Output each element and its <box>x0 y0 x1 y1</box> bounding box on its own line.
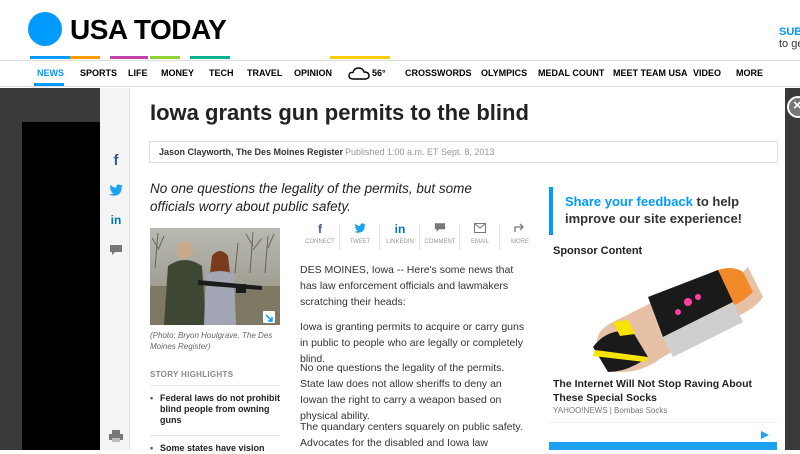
nav-tech[interactable]: TECH <box>209 68 234 78</box>
divider <box>150 385 280 386</box>
nav-travel[interactable]: TRAVEL <box>247 68 282 78</box>
nav-opinion[interactable]: OPINION <box>294 68 332 78</box>
expand-photo-icon[interactable] <box>263 311 275 323</box>
sponsor-image[interactable] <box>553 262 773 372</box>
linkedin-icon[interactable]: in <box>108 212 124 228</box>
nav-olympics[interactable]: OLYMPICS <box>481 68 527 78</box>
ad-banner[interactable] <box>549 442 777 450</box>
background-video-panel <box>22 122 102 450</box>
bullet-icon: • <box>150 393 154 403</box>
facebook-icon[interactable]: f <box>108 152 124 169</box>
nav-more[interactable]: MORE <box>736 68 763 78</box>
feedback-link[interactable]: Share your feedback <box>565 194 693 209</box>
sponsor-source: YAHOO!NEWS | Bombas Socks <box>553 406 668 415</box>
social-share-rail: f in <box>100 88 130 450</box>
adchoices-icon[interactable] <box>760 427 770 439</box>
feedback-prompt[interactable]: Share your feedback to help improve our … <box>549 187 777 235</box>
sponsor-content-heading: Sponsor Content <box>553 245 643 257</box>
photo-credit: (Photo: Bryon Houlgrave, The Des Moines … <box>150 331 273 351</box>
linkedin-icon: in <box>394 222 406 236</box>
share-linkedin-button[interactable]: in LINKEDIN <box>380 222 420 252</box>
share-more-button[interactable]: MORE <box>500 222 540 252</box>
divider <box>150 435 280 436</box>
highlight-item: • Some states have vision <box>150 443 265 453</box>
color-strip <box>70 56 100 59</box>
print-icon[interactable] <box>108 428 124 444</box>
nav-active-indicator <box>34 83 64 86</box>
weather-widget[interactable]: 56° <box>348 65 386 83</box>
color-strip <box>330 56 390 59</box>
site-header: USA TODAY SUB to get <box>0 0 800 60</box>
color-strip <box>150 56 180 59</box>
photo-illustration <box>150 231 280 325</box>
share-label: LINKEDIN <box>386 239 414 245</box>
nav-money[interactable]: MONEY <box>161 68 194 78</box>
share-toolbar: f CONNECT TWEET in LINKEDIN COMMENT EMAI… <box>300 222 530 252</box>
nav-meet-team-usa[interactable]: MEET TEAM USA <box>613 68 688 78</box>
share-facebook-button[interactable]: f CONNECT <box>300 222 340 252</box>
article-dek: No one questions the legality of the per… <box>150 181 472 214</box>
nav-sports[interactable]: SPORTS <box>80 68 117 78</box>
share-label: EMAIL <box>470 239 489 245</box>
subscribe-link[interactable]: SUB to get <box>779 26 800 50</box>
email-icon <box>460 222 500 237</box>
nav-life[interactable]: LIFE <box>128 68 148 78</box>
nav-news[interactable]: NEWS <box>37 68 64 78</box>
nav-video[interactable]: VIDEO <box>693 68 721 78</box>
share-email-button[interactable]: EMAIL <box>460 222 500 252</box>
article-photo[interactable] <box>150 228 280 325</box>
more-icon <box>500 222 540 237</box>
article-headline: Iowa grants gun permits to the blind <box>150 100 529 125</box>
share-label: CONNECT <box>305 239 335 245</box>
article-paragraph: No one questions the legality of the per… <box>300 362 505 422</box>
article-paragraph: DES MOINES, Iowa -- Here's some news tha… <box>300 264 514 308</box>
byline: Jason Clayworth, The Des Moines Register… <box>149 141 778 163</box>
color-strip <box>190 56 230 59</box>
share-label: MORE <box>511 239 529 245</box>
subscribe-sub-label: to get <box>779 38 800 50</box>
bullet-icon: • <box>150 443 154 453</box>
byline-published-date: Published 1:00 a.m. ET Sept. 8, 2013 <box>345 147 495 157</box>
twitter-icon <box>340 222 380 237</box>
share-label: TWEET <box>349 239 371 245</box>
nav-crosswords[interactable]: CROSSWORDS <box>405 68 472 78</box>
main-nav: NEWS SPORTS LIFE MONEY TECH TRAVEL OPINI… <box>0 60 800 87</box>
facebook-icon: f <box>318 222 322 236</box>
share-twitter-button[interactable]: TWEET <box>340 222 380 252</box>
close-icon: × <box>793 97 800 114</box>
nav-medal-count[interactable]: MEDAL COUNT <box>538 68 604 78</box>
color-strip <box>30 56 70 59</box>
share-label: COMMENT <box>424 239 456 245</box>
sock-illustration <box>593 267 763 372</box>
twitter-icon[interactable] <box>108 182 124 198</box>
weather-temperature: 56° <box>372 68 386 78</box>
subscribe-label: SUB <box>779 26 800 38</box>
site-logo[interactable]: USA TODAY <box>70 14 227 46</box>
cloud-icon <box>348 67 370 80</box>
usa-today-logo-dot[interactable] <box>28 12 62 46</box>
comment-icon[interactable] <box>108 242 124 258</box>
article-paragraph: The quandary centers squarely on public … <box>300 421 523 449</box>
sponsor-headline[interactable]: The Internet Will Not Stop Raving About … <box>553 377 768 405</box>
story-highlights-heading: STORY HIGHLIGHTS <box>150 370 234 379</box>
share-comment-button[interactable]: COMMENT <box>420 222 460 252</box>
comment-icon <box>420 222 460 237</box>
color-strip <box>110 56 148 59</box>
byline-author[interactable]: Jason Clayworth, The Des Moines Register <box>159 147 343 157</box>
highlight-item: • Federal laws do not prohibit blind peo… <box>150 393 281 425</box>
